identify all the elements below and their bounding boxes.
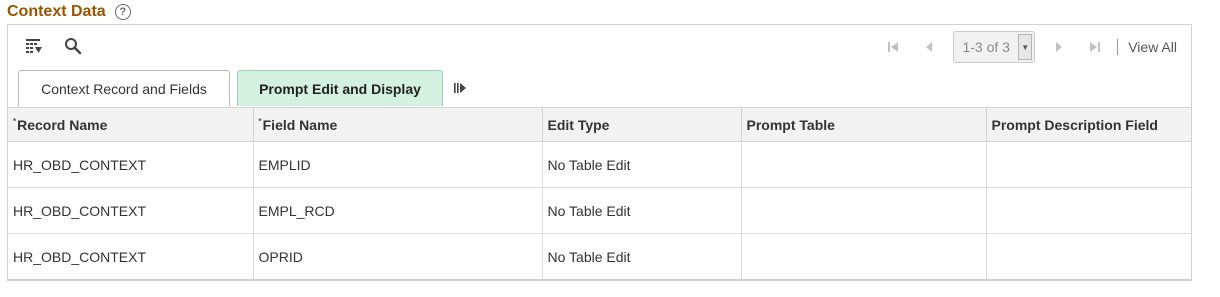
- cell-prompt-description-field: [986, 233, 1191, 280]
- column-header-field-name[interactable]: *Field Name: [253, 107, 543, 142]
- grid-personalize-icon[interactable]: [25, 37, 43, 55]
- help-icon[interactable]: ?: [114, 4, 131, 20]
- column-header-label: Record Name: [17, 116, 108, 133]
- table-row: HR_OBD_CONTEXT EMPL_RCD No Table Edit: [8, 187, 1191, 234]
- column-header-prompt-description-field[interactable]: Prompt Description Field: [986, 107, 1191, 142]
- section-title-text: Context Data: [7, 3, 106, 20]
- required-marker: *: [258, 116, 262, 126]
- search-icon[interactable]: [64, 37, 82, 55]
- last-row-icon[interactable]: [1085, 37, 1105, 57]
- context-data-grid: 1-3 of 3 ▼ View All Context Record and F…: [7, 24, 1192, 281]
- cell-prompt-table: [741, 233, 987, 280]
- cell-prompt-description-field: [986, 187, 1191, 234]
- tab-label: Context Record and Fields: [41, 80, 207, 97]
- cell-field-name: OPRID: [253, 233, 543, 280]
- row-counter-select[interactable]: 1-3 of 3 ▼: [953, 31, 1036, 63]
- next-row-icon[interactable]: [1049, 37, 1069, 57]
- table-row: HR_OBD_CONTEXT OPRID No Table Edit: [8, 233, 1191, 280]
- column-header-edit-type[interactable]: Edit Type: [542, 107, 742, 142]
- show-all-columns-icon[interactable]: [450, 70, 470, 106]
- column-header-record-name[interactable]: *Record Name: [8, 107, 254, 142]
- divider: [1117, 39, 1119, 55]
- tab-label: Prompt Edit and Display: [259, 80, 421, 97]
- cell-record-name: HR_OBD_CONTEXT: [8, 187, 254, 234]
- cell-prompt-description-field: [986, 141, 1191, 188]
- table-header-row: *Record Name *Field Name Edit Type Promp…: [8, 107, 1191, 142]
- cell-edit-type: No Table Edit: [542, 141, 742, 188]
- cell-prompt-table: [741, 187, 987, 234]
- required-marker: *: [13, 116, 17, 126]
- cell-edit-type: No Table Edit: [542, 187, 742, 234]
- cell-record-name: HR_OBD_CONTEXT: [8, 233, 254, 280]
- previous-row-icon[interactable]: [919, 37, 939, 57]
- section-title: Context Data ?: [7, 3, 131, 21]
- row-navigation: 1-3 of 3 ▼ View All: [875, 31, 1191, 63]
- column-header-label: Field Name: [262, 116, 338, 133]
- grid-tabs: Context Record and Fields Prompt Edit an…: [18, 70, 470, 106]
- table-row: HR_OBD_CONTEXT EMPLID No Table Edit: [8, 141, 1191, 188]
- cell-field-name: EMPL_RCD: [253, 187, 543, 234]
- first-row-icon[interactable]: [883, 37, 903, 57]
- row-counter-value: 1-3 of 3: [962, 39, 1010, 55]
- cell-edit-type: No Table Edit: [542, 233, 742, 280]
- grid-toolbar: 1-3 of 3 ▼ View All: [8, 25, 1191, 69]
- context-data-table: *Record Name *Field Name Edit Type Promp…: [8, 107, 1191, 280]
- tab-context-record-and-fields[interactable]: Context Record and Fields: [18, 70, 230, 106]
- cell-record-name: HR_OBD_CONTEXT: [8, 141, 254, 188]
- chevron-down-icon[interactable]: ▼: [1018, 34, 1033, 60]
- column-header-prompt-table[interactable]: Prompt Table: [741, 107, 987, 142]
- cell-prompt-table: [741, 141, 987, 188]
- cell-field-name: EMPLID: [253, 141, 543, 188]
- tab-prompt-edit-and-display[interactable]: Prompt Edit and Display: [237, 70, 443, 106]
- view-all-link[interactable]: View All: [1128, 39, 1177, 55]
